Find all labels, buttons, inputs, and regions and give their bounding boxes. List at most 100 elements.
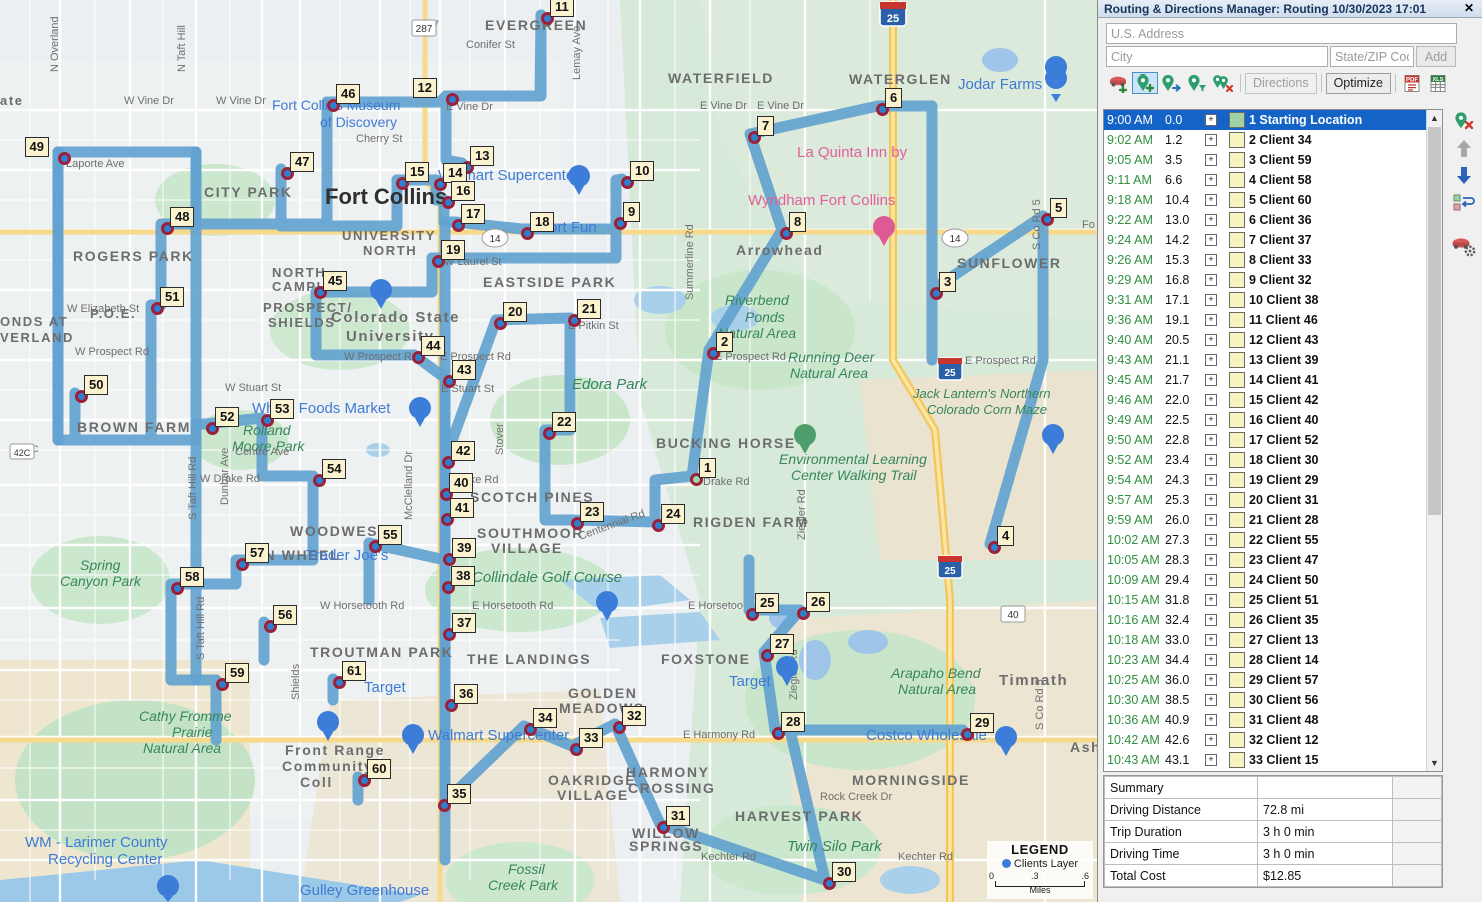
list-scrollbar[interactable]: ▲ ▼ [1426, 110, 1442, 771]
route-stop-row[interactable]: 9:22 AM 13.0 +6 Client 36 [1104, 210, 1426, 230]
stop-expander[interactable]: + [1197, 114, 1225, 126]
add-stop-icon[interactable] [1132, 72, 1158, 94]
city-input[interactable] [1106, 46, 1328, 67]
route-stop-row[interactable]: 9:46 AM 22.0 +15 Client 42 [1104, 390, 1426, 410]
route-stop-row[interactable]: 9:18 AM 10.4 +5 Client 60 [1104, 190, 1426, 210]
stop-time: 10:09 AM [1107, 573, 1160, 587]
stop-expander[interactable]: + [1197, 654, 1225, 666]
route-stop-list[interactable]: 9:00 AM 0.0 +1 Starting Location 9:02 AM 1.2… [1103, 109, 1443, 772]
move-down-icon[interactable] [1447, 163, 1480, 187]
state-zip-input[interactable] [1330, 46, 1414, 67]
route-stop-row[interactable]: 10:15 AM 31.8 +25 Client 51 [1104, 590, 1426, 610]
stop-expander[interactable]: + [1197, 474, 1225, 486]
address-input[interactable] [1106, 23, 1457, 44]
stop-marker-number: 28 [781, 712, 806, 732]
route-stop-row[interactable]: 9:00 AM 0.0 +1 Starting Location [1104, 110, 1426, 130]
route-stop-row[interactable]: 10:30 AM 38.5 +30 Client 56 [1104, 690, 1426, 710]
stop-expander[interactable]: + [1197, 754, 1225, 766]
route-stop-row[interactable]: 9:26 AM 15.3 +8 Client 33 [1104, 250, 1426, 270]
stop-expander[interactable]: + [1197, 174, 1225, 186]
optimize-button[interactable]: Optimize [1325, 72, 1391, 94]
stop-expander[interactable]: + [1197, 494, 1225, 506]
stop-expander[interactable]: + [1197, 394, 1225, 406]
add-button[interactable]: Add [1416, 46, 1456, 67]
stop-expander[interactable]: + [1197, 534, 1225, 546]
delete-stops-icon[interactable] [1210, 72, 1236, 94]
route-stop-row[interactable]: 9:24 AM 14.2 +7 Client 37 [1104, 230, 1426, 250]
stop-distance: 1.2 [1165, 133, 1183, 147]
add-vehicle-icon[interactable] [1106, 72, 1132, 94]
stop-expander[interactable]: + [1197, 694, 1225, 706]
move-stop-icon[interactable] [1158, 72, 1184, 94]
route-stop-row[interactable]: 9:52 AM 23.4 +18 Client 30 [1104, 450, 1426, 470]
stop-color-swatch [1225, 512, 1249, 528]
stop-expander[interactable]: + [1197, 374, 1225, 386]
scroll-up-arrow-icon[interactable]: ▲ [1427, 110, 1442, 126]
stop-marker-number: 59 [225, 663, 250, 683]
route-stop-row[interactable]: 9:45 AM 21.7 +14 Client 41 [1104, 370, 1426, 390]
route-stop-row[interactable]: 9:36 AM 19.1 +11 Client 46 [1104, 310, 1426, 330]
stop-expander[interactable]: + [1197, 134, 1225, 146]
stop-expander[interactable]: + [1197, 634, 1225, 646]
stop-expander[interactable]: + [1197, 594, 1225, 606]
vehicle-settings-icon[interactable] [1447, 234, 1480, 258]
stop-expander[interactable]: + [1197, 614, 1225, 626]
route-stop-row[interactable]: 10:36 AM 40.9 +31 Client 48 [1104, 710, 1426, 730]
route-stop-row[interactable]: 9:43 AM 21.1 +13 Client 39 [1104, 350, 1426, 370]
stop-expander[interactable]: + [1197, 514, 1225, 526]
reorder-icon[interactable] [1447, 190, 1480, 214]
route-stop-row[interactable]: 9:49 AM 22.5 +16 Client 40 [1104, 410, 1426, 430]
route-stop-row[interactable]: 10:05 AM 28.3 +23 Client 47 [1104, 550, 1426, 570]
stop-expander[interactable]: + [1197, 154, 1225, 166]
move-up-icon[interactable] [1447, 136, 1480, 160]
map-canvas[interactable]: 25 EVERGREEN Conifer St WATERFIELD WATER… [0, 0, 1097, 902]
close-icon[interactable]: ✕ [1460, 2, 1478, 15]
stop-color-swatch [1225, 432, 1249, 448]
stop-expander[interactable]: + [1197, 314, 1225, 326]
route-stop-row[interactable]: 9:40 AM 20.5 +12 Client 43 [1104, 330, 1426, 350]
route-stop-row[interactable]: 9:02 AM 1.2 +2 Client 34 [1104, 130, 1426, 150]
stop-expander[interactable]: + [1197, 334, 1225, 346]
route-stop-row[interactable]: 10:43 AM 43.1 +33 Client 15 [1104, 750, 1426, 770]
route-stop-row[interactable]: 10:42 AM 42.6 +32 Client 12 [1104, 730, 1426, 750]
route-stop-row[interactable]: 10:16 AM 32.4 +26 Client 35 [1104, 610, 1426, 630]
scrollbar-thumb[interactable] [1428, 127, 1441, 515]
stop-marker-number: 61 [342, 661, 367, 681]
stop-expander[interactable]: + [1197, 294, 1225, 306]
stop-expander[interactable]: + [1197, 454, 1225, 466]
stop-expander[interactable]: + [1197, 714, 1225, 726]
stop-expander[interactable]: + [1197, 554, 1225, 566]
route-stop-row[interactable]: 9:50 AM 22.8 +17 Client 52 [1104, 430, 1426, 450]
stop-expander[interactable]: + [1197, 274, 1225, 286]
route-stop-row[interactable]: 9:11 AM 6.6 +4 Client 58 [1104, 170, 1426, 190]
stop-expander[interactable]: + [1197, 414, 1225, 426]
route-stop-row[interactable]: 10:18 AM 33.0 +27 Client 13 [1104, 630, 1426, 650]
stop-expander[interactable]: + [1197, 214, 1225, 226]
route-stop-row[interactable]: 9:05 AM 3.5 +3 Client 59 [1104, 150, 1426, 170]
directions-button[interactable]: Directions [1245, 72, 1317, 94]
stop-expander[interactable]: + [1197, 674, 1225, 686]
summary-value: 72.8 mi [1257, 798, 1393, 821]
stop-expander[interactable]: + [1197, 194, 1225, 206]
route-stop-row[interactable]: 10:02 AM 27.3 +22 Client 55 [1104, 530, 1426, 550]
export-xls-icon[interactable]: XLS [1426, 72, 1452, 94]
scroll-down-arrow-icon[interactable]: ▼ [1427, 755, 1442, 771]
stop-expander[interactable]: + [1197, 354, 1225, 366]
stop-expander[interactable]: + [1197, 574, 1225, 586]
stop-expander[interactable]: + [1197, 734, 1225, 746]
export-pdf-icon[interactable]: PDF [1400, 72, 1426, 94]
stop-color-swatch [1225, 152, 1249, 168]
filter-stop-icon[interactable] [1184, 72, 1210, 94]
route-stop-row[interactable]: 9:59 AM 26.0 +21 Client 28 [1104, 510, 1426, 530]
route-stop-row[interactable]: 10:23 AM 34.4 +28 Client 14 [1104, 650, 1426, 670]
stop-expander[interactable]: + [1197, 234, 1225, 246]
stop-expander[interactable]: + [1197, 434, 1225, 446]
route-stop-row[interactable]: 10:09 AM 29.4 +24 Client 50 [1104, 570, 1426, 590]
route-stop-row[interactable]: 9:29 AM 16.8 +9 Client 32 [1104, 270, 1426, 290]
route-stop-row[interactable]: 9:57 AM 25.3 +20 Client 31 [1104, 490, 1426, 510]
route-stop-row[interactable]: 9:31 AM 17.1 +10 Client 38 [1104, 290, 1426, 310]
delete-stop-icon[interactable] [1447, 109, 1480, 133]
route-stop-row[interactable]: 9:54 AM 24.3 +19 Client 29 [1104, 470, 1426, 490]
route-stop-row[interactable]: 10:25 AM 36.0 +29 Client 57 [1104, 670, 1426, 690]
stop-expander[interactable]: + [1197, 254, 1225, 266]
